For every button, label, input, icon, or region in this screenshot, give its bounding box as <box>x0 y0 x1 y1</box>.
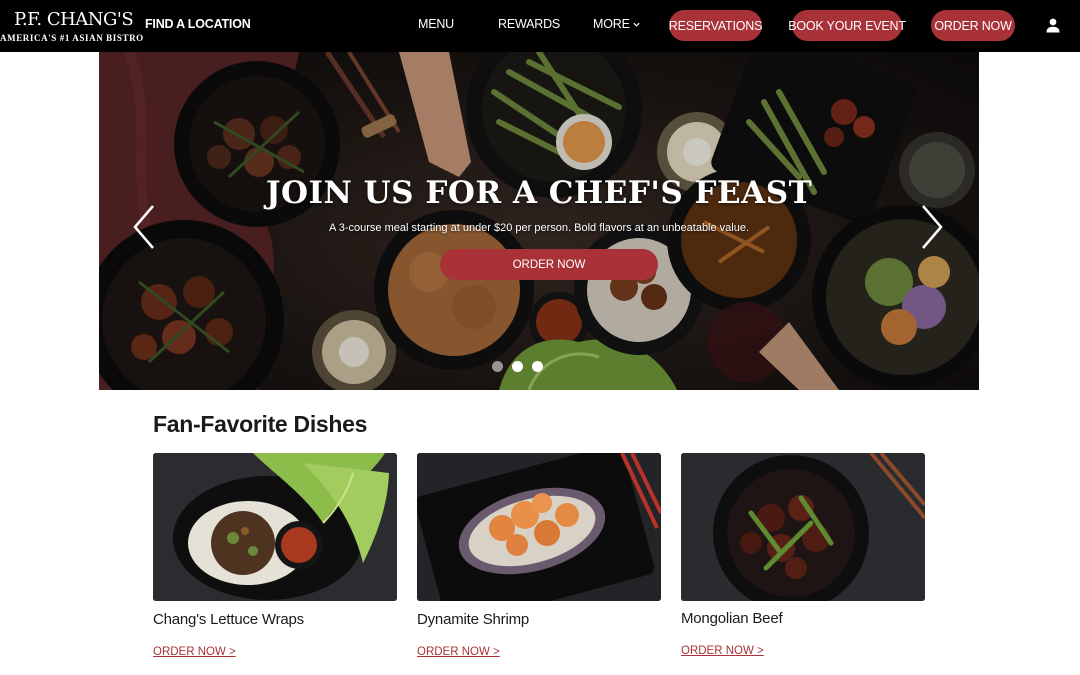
dish-order-now-link[interactable]: ORDER NOW > <box>417 646 500 658</box>
dish-name: Dynamite Shrimp <box>417 611 530 628</box>
nav-more-label: MORE <box>593 17 630 31</box>
nav-rewards-link[interactable]: REWARDS <box>498 17 560 31</box>
book-event-button[interactable]: BOOK YOUR EVENT <box>788 10 906 41</box>
lettuce-wraps-image <box>153 453 397 601</box>
top-nav: P.F. CHANG'S AMERICA'S #1 ASIAN BISTRO F… <box>0 0 1080 52</box>
carousel-dot-1[interactable] <box>492 361 503 372</box>
user-icon[interactable] <box>1045 17 1061 33</box>
dish-image[interactable] <box>681 453 925 601</box>
find-location-link[interactable]: FIND A LOCATION <box>145 17 251 31</box>
reservations-button[interactable]: RESERVATIONS <box>669 10 762 41</box>
chevron-left-icon[interactable] <box>129 202 159 252</box>
dynamite-shrimp-image <box>417 453 661 601</box>
nav-order-now-button[interactable]: ORDER NOW <box>931 10 1015 41</box>
dish-image[interactable] <box>417 453 661 601</box>
hero-food-image <box>99 52 979 390</box>
nav-more-dropdown[interactable]: MORE <box>593 17 641 31</box>
chevron-right-icon[interactable] <box>917 202 947 252</box>
chevron-down-icon <box>633 22 640 27</box>
hero-order-now-button[interactable]: ORDER NOW <box>440 249 658 280</box>
nav-menu-link[interactable]: MENU <box>418 17 454 31</box>
carousel-dots <box>492 361 552 373</box>
hero-carousel: JOIN US FOR A CHEF'S FEAST A 3-course me… <box>99 52 979 390</box>
logo-tagline: AMERICA'S #1 ASIAN BISTRO <box>0 33 144 43</box>
logo-name: P.F. CHANG'S <box>14 9 134 30</box>
carousel-dot-3[interactable] <box>532 361 543 372</box>
hero-title: JOIN US FOR A CHEF'S FEAST <box>265 175 813 211</box>
carousel-dot-2[interactable] <box>512 361 523 372</box>
section-title: Fan-Favorite Dishes <box>153 411 368 437</box>
dish-name: Mongolian Beef <box>681 610 783 627</box>
dish-image[interactable] <box>153 453 397 601</box>
mongolian-beef-image <box>681 453 925 601</box>
hero-subtitle: A 3-course meal starting at under $20 pe… <box>328 222 750 234</box>
dish-order-now-link[interactable]: ORDER NOW > <box>681 645 764 657</box>
logo[interactable]: P.F. CHANG'S AMERICA'S #1 ASIAN BISTRO <box>0 8 143 44</box>
dish-name: Chang's Lettuce Wraps <box>153 611 304 628</box>
dish-order-now-link[interactable]: ORDER NOW > <box>153 646 236 658</box>
